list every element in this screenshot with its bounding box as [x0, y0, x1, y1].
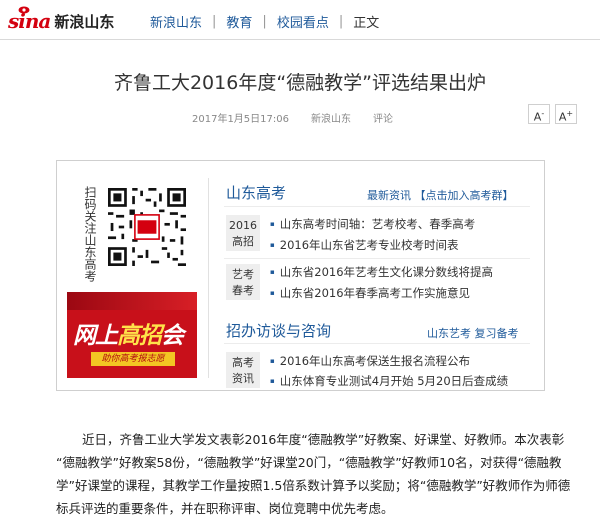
article-meta: 2017年1月5日17:06 新浪山东 评论 — [192, 110, 415, 125]
tag-line: 春考 — [232, 284, 254, 297]
sina-eye-icon — [18, 6, 30, 14]
breadcrumb: 新浪山东 | 教育 | 校园看点 | 正文 — [150, 12, 379, 31]
font-smaller-button[interactable]: A- — [528, 104, 550, 124]
section-divider — [224, 258, 530, 259]
font-plus-sign: + — [566, 109, 574, 118]
site-header: sina 新浪山东 新浪山东 | 教育 | 校园看点 | 正文 — [0, 0, 600, 40]
banner-headline-part1: 网上 — [73, 323, 118, 349]
breadcrumb-separator: | — [262, 14, 267, 29]
sina-logo[interactable]: sina 新浪山东 — [8, 6, 115, 33]
breadcrumb-home[interactable]: 新浪山东 — [150, 12, 202, 31]
banner-headline: 网上高招会 — [73, 316, 184, 350]
section-divider — [224, 343, 530, 344]
article-datetime: 2017年1月5日17:06 — [192, 114, 289, 125]
section-interview-title[interactable]: 招办访谈与咨询 — [226, 320, 331, 341]
article-source[interactable]: 新浪山东 — [311, 110, 351, 125]
section-interview-right-link[interactable]: 山东艺考 复习备考 — [427, 325, 519, 341]
tag-line: 资讯 — [232, 372, 254, 385]
comment-link[interactable]: 评论 — [373, 110, 393, 125]
tag-2016-admission: 2016 高招 — [226, 215, 260, 251]
online-admission-fair-banner[interactable]: 网上高招会 助你高考报志愿 — [67, 292, 197, 378]
breadcrumb-separator: | — [338, 14, 344, 29]
list-item[interactable]: 山东体育专业测试4月开始 5月20日后查成绩 — [270, 373, 508, 389]
section-divider — [224, 206, 530, 207]
promo-divider — [208, 178, 209, 378]
breadcrumb-campus[interactable]: 校园看点 — [277, 12, 329, 31]
list-item[interactable]: 2016年山东高考保送生报名流程公布 — [270, 353, 470, 369]
article-title: 齐鲁工大2016年度“德融教学”评选结果出炉 — [113, 72, 487, 94]
banner-stripe — [67, 292, 197, 310]
banner-subtitle: 助你高考报志愿 — [91, 352, 175, 366]
tag-gaokao-news: 高考 资讯 — [226, 352, 260, 388]
article-body-paragraph: 近日，齐鲁工业大学发文表彰2016年度“德融教学”好教案、好课堂、好教师。本次表… — [56, 432, 571, 516]
banner-headline-part2: 高招 — [117, 323, 162, 349]
list-item[interactable]: 2016年山东省艺考专业校考时间表 — [270, 237, 459, 253]
tag-line: 高招 — [232, 235, 254, 248]
banner-headline-part3: 会 — [161, 323, 184, 349]
list-item[interactable]: 山东省2016年春季高考工作实施意见 — [270, 285, 470, 301]
section-gaokao-right-link[interactable]: 最新资讯 【点击加入高考群】 — [367, 187, 514, 203]
tag-line: 高考 — [232, 356, 254, 369]
scan-qr-caption: 扫码关注山东高考 — [83, 186, 97, 282]
tag-line: 艺考 — [232, 268, 254, 281]
font-minus-sign: - — [541, 109, 545, 118]
logo-site-name: 新浪山东 — [54, 12, 115, 31]
font-larger-button[interactable]: A+ — [555, 104, 577, 124]
tag-art-spring: 艺考 春考 — [226, 264, 260, 300]
qr-code-icon[interactable] — [108, 188, 186, 266]
list-item[interactable]: 山东高考时间轴：艺考校考、春季高考 — [270, 216, 476, 232]
list-item[interactable]: 山东省2016年艺考生文化课分数线将提高 — [270, 264, 493, 280]
breadcrumb-current: 正文 — [353, 16, 380, 31]
section-gaokao-title[interactable]: 山东高考 — [226, 182, 286, 203]
tag-line: 2016 — [229, 219, 257, 232]
breadcrumb-education[interactable]: 教育 — [226, 12, 252, 31]
breadcrumb-separator: | — [212, 14, 217, 29]
